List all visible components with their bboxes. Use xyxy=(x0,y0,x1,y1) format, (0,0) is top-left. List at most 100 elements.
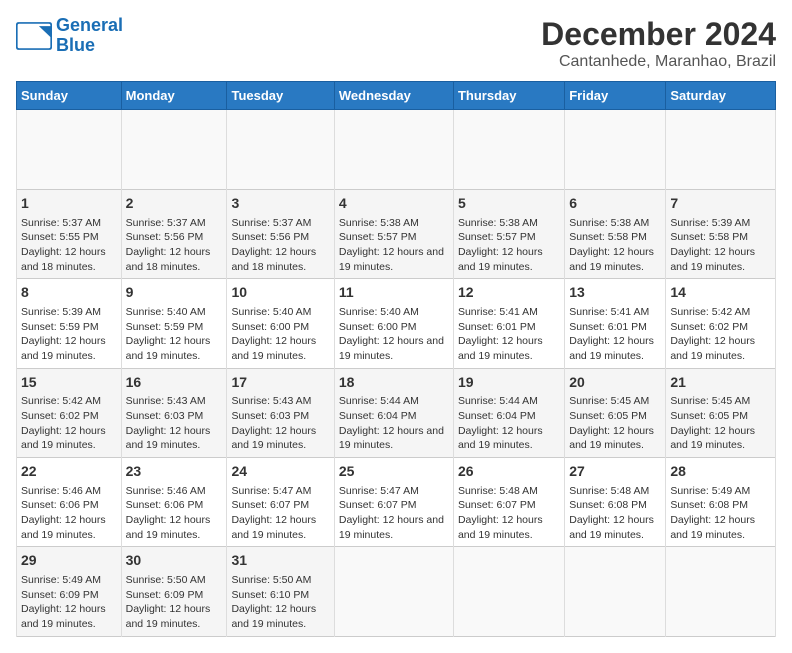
calendar-cell-1-4: 5 Sunrise: 5:38 AM Sunset: 5:57 PM Daylight… xyxy=(453,190,564,279)
daylight-text: Daylight: 12 hours and 19 minutes. xyxy=(339,514,444,541)
day-number: 18 xyxy=(339,373,449,393)
header-day-sunday: Sunday xyxy=(17,82,122,110)
daylight-text: Daylight: 12 hours and 19 minutes. xyxy=(670,246,755,273)
sunset-text: Sunset: 6:03 PM xyxy=(231,410,309,422)
calendar-cell-5-2: 31Sunrise: 5:50 AMSunset: 6:10 PMDayligh… xyxy=(227,547,334,636)
sunrise-text: Sunrise: 5:46 AM xyxy=(21,485,101,497)
sunrise-text: Sunrise: 5:46 AM xyxy=(126,485,206,497)
sunset-text: Sunset: 5:57 PM xyxy=(458,231,536,243)
header-day-saturday: Saturday xyxy=(666,82,776,110)
calendar-cell-5-0: 29Sunrise: 5:49 AMSunset: 6:09 PMDayligh… xyxy=(17,547,122,636)
daylight-text: Daylight: 12 hours and 19 minutes. xyxy=(569,514,654,541)
sunrise-text: Sunrise: 5:43 AM xyxy=(126,395,206,407)
day-number: 1 xyxy=(21,194,117,214)
sunrise-text: Sunrise: 5:41 AM xyxy=(458,306,538,318)
day-number: 21 xyxy=(670,373,771,393)
day-number: 3 xyxy=(231,194,329,214)
calendar-cell-3-5: 20 Sunrise: 5:45 AM Sunset: 6:05 PM Dayligh… xyxy=(565,368,666,457)
sunrise-text: Sunrise: 5:37 AM xyxy=(21,217,101,229)
calendar-cell-0-2 xyxy=(227,110,334,190)
day-number: 16 xyxy=(126,373,223,393)
sunset-text: Sunset: 6:07 PM xyxy=(231,499,309,511)
sunrise-text: Sunrise: 5:44 AM xyxy=(339,395,419,407)
sunset-text: Sunset: 6:06 PM xyxy=(21,499,99,511)
week-row-1: 1Sunrise: 5:37 AMSunset: 5:55 PMDaylight… xyxy=(17,190,776,279)
day-number: 10 xyxy=(231,283,329,303)
header-day-monday: Monday xyxy=(121,82,227,110)
sunset-text: Sunset: 5:59 PM xyxy=(126,321,204,333)
calendar-cell-0-1 xyxy=(121,110,227,190)
calendar-cell-3-6: 21Sunrise: 5:45 AMSunset: 6:05 PMDayligh… xyxy=(666,368,776,457)
sunrise-text: Sunrise: 5:42 AM xyxy=(670,306,750,318)
daylight-text: Daylight: 12 hours and 19 minutes. xyxy=(126,425,211,452)
daylight-text: Daylight: 12 hours and 18 minutes. xyxy=(21,246,106,273)
daylight-text: Daylight: 12 hours and 19 minutes. xyxy=(21,514,106,541)
sunset-text: Sunset: 6:05 PM xyxy=(569,410,647,422)
day-number: 23 xyxy=(126,462,223,482)
day-number: 27 xyxy=(569,462,661,482)
sunset-text: Sunset: 6:02 PM xyxy=(21,410,99,422)
calendar-cell-3-4: 19Sunrise: 5:44 AMSunset: 6:04 PMDayligh… xyxy=(453,368,564,457)
sunrise-text: Sunrise: 5:44 AM xyxy=(458,395,538,407)
calendar-cell-2-3: 11Sunrise: 5:40 AMSunset: 6:00 PMDayligh… xyxy=(334,279,453,368)
calendar-cell-0-3 xyxy=(334,110,453,190)
sunrise-text: Sunrise: 5:42 AM xyxy=(21,395,101,407)
calendar-cell-1-1: 2Sunrise: 5:37 AMSunset: 5:56 PMDaylight… xyxy=(121,190,227,279)
daylight-text: Daylight: 12 hours and 19 minutes. xyxy=(458,246,543,273)
calendar-cell-1-3: 4Sunrise: 5:38 AMSunset: 5:57 PMDaylight… xyxy=(334,190,453,279)
sunrise-text: Sunrise: 5:38 AM xyxy=(458,217,538,229)
day-number: 22 xyxy=(21,462,117,482)
daylight-text: Daylight: 12 hours and 19 minutes. xyxy=(458,514,543,541)
day-number: 20 xyxy=(569,373,661,393)
daylight-text: Daylight: 12 hours and 19 minutes. xyxy=(670,514,755,541)
sunrise-text: Sunrise: 5:40 AM xyxy=(339,306,419,318)
header-row: SundayMondayTuesdayWednesdayThursdayFrid… xyxy=(17,82,776,110)
sunset-text: Sunset: 5:57 PM xyxy=(339,231,417,243)
sunset-text: Sunset: 6:10 PM xyxy=(231,589,309,601)
calendar-cell-4-3: 25Sunrise: 5:47 AMSunset: 6:07 PMDayligh… xyxy=(334,458,453,547)
day-number: 4 xyxy=(339,194,449,214)
day-number: 25 xyxy=(339,462,449,482)
page-title: December 2024 xyxy=(541,16,776,53)
week-row-4: 22 Sunrise: 5:46 AM Sunset: 6:06 PM Dayligh… xyxy=(17,458,776,547)
week-row-0 xyxy=(17,110,776,190)
daylight-text: Daylight: 12 hours and 19 minutes. xyxy=(339,335,444,362)
daylight-text: Daylight: 12 hours and 18 minutes. xyxy=(231,246,316,273)
calendar-cell-5-4 xyxy=(453,547,564,636)
calendar-cell-4-6: 28Sunrise: 5:49 AMSunset: 6:08 PMDayligh… xyxy=(666,458,776,547)
daylight-text: Daylight: 12 hours and 19 minutes. xyxy=(569,425,654,452)
sunrise-text: Sunrise: 5:50 AM xyxy=(126,574,206,586)
daylight-text: Daylight: 12 hours and 19 minutes. xyxy=(569,246,654,273)
day-number: 8 xyxy=(21,283,117,303)
calendar-cell-0-5 xyxy=(565,110,666,190)
calendar-cell-2-4: 12Sunrise: 5:41 AMSunset: 6:01 PMDayligh… xyxy=(453,279,564,368)
daylight-text: Daylight: 12 hours and 19 minutes. xyxy=(339,425,444,452)
header-day-tuesday: Tuesday xyxy=(227,82,334,110)
sunset-text: Sunset: 6:01 PM xyxy=(458,321,536,333)
sunset-text: Sunset: 6:04 PM xyxy=(339,410,417,422)
page-subtitle: Cantanhede, Maranhao, Brazil xyxy=(541,53,776,71)
sunrise-text: Sunrise: 5:49 AM xyxy=(21,574,101,586)
day-number: 6 xyxy=(569,194,661,214)
sunset-text: Sunset: 6:04 PM xyxy=(458,410,536,422)
header-day-friday: Friday xyxy=(565,82,666,110)
calendar-cell-0-0 xyxy=(17,110,122,190)
daylight-text: Daylight: 12 hours and 19 minutes. xyxy=(126,514,211,541)
calendar-cell-4-2: 24Sunrise: 5:47 AMSunset: 6:07 PMDayligh… xyxy=(227,458,334,547)
sunrise-text: Sunrise: 5:45 AM xyxy=(569,395,649,407)
calendar-cell-2-6: 14Sunrise: 5:42 AMSunset: 6:02 PMDayligh… xyxy=(666,279,776,368)
week-row-3: 15Sunrise: 5:42 AMSunset: 6:02 PMDayligh… xyxy=(17,368,776,457)
sunrise-text: Sunrise: 5:43 AM xyxy=(231,395,311,407)
day-number: 5 xyxy=(458,194,560,214)
daylight-text: Daylight: 12 hours and 19 minutes. xyxy=(458,335,543,362)
sunrise-text: Sunrise: 5:47 AM xyxy=(339,485,419,497)
daylight-text: Daylight: 12 hours and 19 minutes. xyxy=(569,335,654,362)
sunset-text: Sunset: 6:05 PM xyxy=(670,410,748,422)
calendar-cell-5-1: 30Sunrise: 5:50 AMSunset: 6:09 PMDayligh… xyxy=(121,547,227,636)
sunrise-text: Sunrise: 5:37 AM xyxy=(231,217,311,229)
daylight-text: Daylight: 12 hours and 19 minutes. xyxy=(231,335,316,362)
sunrise-text: Sunrise: 5:37 AM xyxy=(126,217,206,229)
sunrise-text: Sunrise: 5:48 AM xyxy=(569,485,649,497)
daylight-text: Daylight: 12 hours and 19 minutes. xyxy=(670,425,755,452)
sunrise-text: Sunrise: 5:38 AM xyxy=(339,217,419,229)
